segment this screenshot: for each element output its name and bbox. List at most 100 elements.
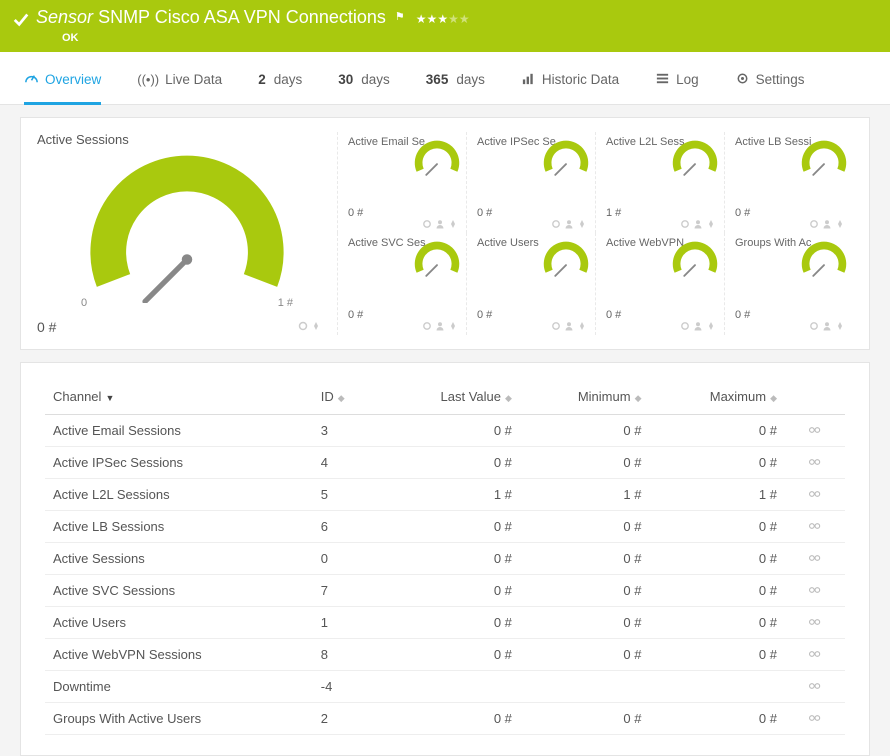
table-row[interactable]: Active LB Sessions60 #0 #0 # <box>45 510 845 542</box>
table-row[interactable]: Active SVC Sessions70 #0 #0 # <box>45 574 845 606</box>
gear-icon[interactable] <box>298 321 308 331</box>
gear-icon[interactable] <box>809 219 819 229</box>
col-channel[interactable]: Channel▼ <box>45 383 313 415</box>
table-row[interactable]: Active Users10 #0 #0 # <box>45 606 845 638</box>
tab-log[interactable]: Log <box>655 70 699 104</box>
gear-icon[interactable] <box>551 219 561 229</box>
pin-icon[interactable] <box>706 219 716 229</box>
gear-icon[interactable] <box>809 321 819 331</box>
tab-d365[interactable]: 365days <box>426 70 485 104</box>
table-row[interactable]: Active Email Sessions30 #0 #0 # <box>45 414 845 446</box>
tab-num: 365 <box>426 72 449 87</box>
sort-icon: ◆ <box>338 393 345 403</box>
gauge-icon <box>543 239 589 282</box>
cell-channel: Active Users <box>45 606 313 638</box>
mini-gauge-value: 0 # <box>477 309 492 321</box>
gear-icon[interactable] <box>551 321 561 331</box>
row-settings-icon[interactable] <box>785 702 845 734</box>
pin-icon[interactable] <box>311 321 321 331</box>
mini-gauge[interactable]: Active Email Sessions0 # <box>337 132 466 234</box>
row-settings-icon[interactable] <box>785 606 845 638</box>
mini-gauge[interactable]: Active WebVPN Sessio...0 # <box>595 233 724 335</box>
pin-icon[interactable] <box>448 321 458 331</box>
cell-last: 0 # <box>378 574 520 606</box>
tab-overview[interactable]: Overview <box>24 70 101 105</box>
col-id[interactable]: ID◆ <box>313 383 378 415</box>
user-icon[interactable] <box>564 219 574 229</box>
col-min[interactable]: Minimum◆ <box>520 383 650 415</box>
table-row[interactable]: Active L2L Sessions51 #1 #1 # <box>45 478 845 510</box>
user-icon[interactable] <box>435 219 445 229</box>
user-icon[interactable] <box>822 321 832 331</box>
tab-d2[interactable]: 2days <box>258 70 302 104</box>
flag-icon[interactable]: ⚑ <box>395 11 405 23</box>
pin-icon[interactable] <box>706 321 716 331</box>
cell-min: 0 # <box>520 542 650 574</box>
cell-max: 0 # <box>650 446 786 478</box>
mini-gauge[interactable]: Active LB Sessions0 # <box>724 132 853 234</box>
row-settings-icon[interactable] <box>785 446 845 478</box>
gauge-icon <box>24 70 39 88</box>
user-icon[interactable] <box>693 321 703 331</box>
cell-max: 0 # <box>650 510 786 542</box>
user-icon[interactable] <box>435 321 445 331</box>
cell-channel: Active SVC Sessions <box>45 574 313 606</box>
cell-last: 0 # <box>378 638 520 670</box>
table-row[interactable]: Groups With Active Users20 #0 #0 # <box>45 702 845 734</box>
tab-settings[interactable]: Settings <box>735 70 805 104</box>
gauge-icon <box>801 239 847 282</box>
mini-gauge[interactable]: Groups With Active Us...0 # <box>724 233 853 335</box>
cell-channel: Active Email Sessions <box>45 414 313 446</box>
cell-channel: Active L2L Sessions <box>45 478 313 510</box>
gear-icon[interactable] <box>422 219 432 229</box>
cell-last: 0 # <box>378 446 520 478</box>
cell-max: 0 # <box>650 542 786 574</box>
gear-icon <box>735 71 750 89</box>
cell-id: -4 <box>313 670 378 702</box>
col-last[interactable]: Last Value◆ <box>378 383 520 415</box>
mini-gauge-value: 0 # <box>348 207 363 219</box>
tab-historic[interactable]: Historic Data <box>521 70 619 104</box>
pin-icon[interactable] <box>577 219 587 229</box>
row-settings-icon[interactable] <box>785 574 845 606</box>
gauge-icon <box>801 138 847 181</box>
col-max[interactable]: Maximum◆ <box>650 383 786 415</box>
mini-gauge[interactable]: Active L2L Sessions1 # <box>595 132 724 234</box>
cell-min: 0 # <box>520 574 650 606</box>
cell-channel: Active WebVPN Sessions <box>45 638 313 670</box>
mini-gauge[interactable]: Active IPSec Sessions0 # <box>466 132 595 234</box>
status-badge: OK <box>62 32 470 44</box>
tab-d30[interactable]: 30days <box>338 70 390 104</box>
mini-gauge-value: 0 # <box>735 309 750 321</box>
user-icon[interactable] <box>693 219 703 229</box>
table-row[interactable]: Active IPSec Sessions40 #0 #0 # <box>45 446 845 478</box>
cell-min: 0 # <box>520 606 650 638</box>
row-settings-icon[interactable] <box>785 510 845 542</box>
pin-icon[interactable] <box>835 321 845 331</box>
channels-table: Channel▼ ID◆ Last Value◆ Minimum◆ Maximu… <box>45 383 845 735</box>
tab-live[interactable]: ((•))Live Data <box>137 70 222 104</box>
mini-gauge[interactable]: Active SVC Sessions0 # <box>337 233 466 335</box>
row-settings-icon[interactable] <box>785 638 845 670</box>
table-row[interactable]: Active Sessions00 #0 #0 # <box>45 542 845 574</box>
cell-max: 1 # <box>650 478 786 510</box>
row-settings-icon[interactable] <box>785 670 845 702</box>
gear-icon[interactable] <box>422 321 432 331</box>
cell-min: 0 # <box>520 638 650 670</box>
row-settings-icon[interactable] <box>785 478 845 510</box>
priority-stars[interactable]: ★★★★★ <box>416 6 470 30</box>
user-icon[interactable] <box>564 321 574 331</box>
pin-icon[interactable] <box>835 219 845 229</box>
pin-icon[interactable] <box>577 321 587 331</box>
primary-gauge-title: Active Sessions <box>37 132 337 147</box>
pin-icon[interactable] <box>448 219 458 229</box>
gear-icon[interactable] <box>680 321 690 331</box>
tab-bar: Overview ((•))Live Data 2days 30days 365days… <box>0 52 890 105</box>
gear-icon[interactable] <box>680 219 690 229</box>
mini-gauge[interactable]: Active Users0 # <box>466 233 595 335</box>
row-settings-icon[interactable] <box>785 542 845 574</box>
user-icon[interactable] <box>822 219 832 229</box>
row-settings-icon[interactable] <box>785 414 845 446</box>
table-row[interactable]: Downtime-4 <box>45 670 845 702</box>
table-row[interactable]: Active WebVPN Sessions80 #0 #0 # <box>45 638 845 670</box>
